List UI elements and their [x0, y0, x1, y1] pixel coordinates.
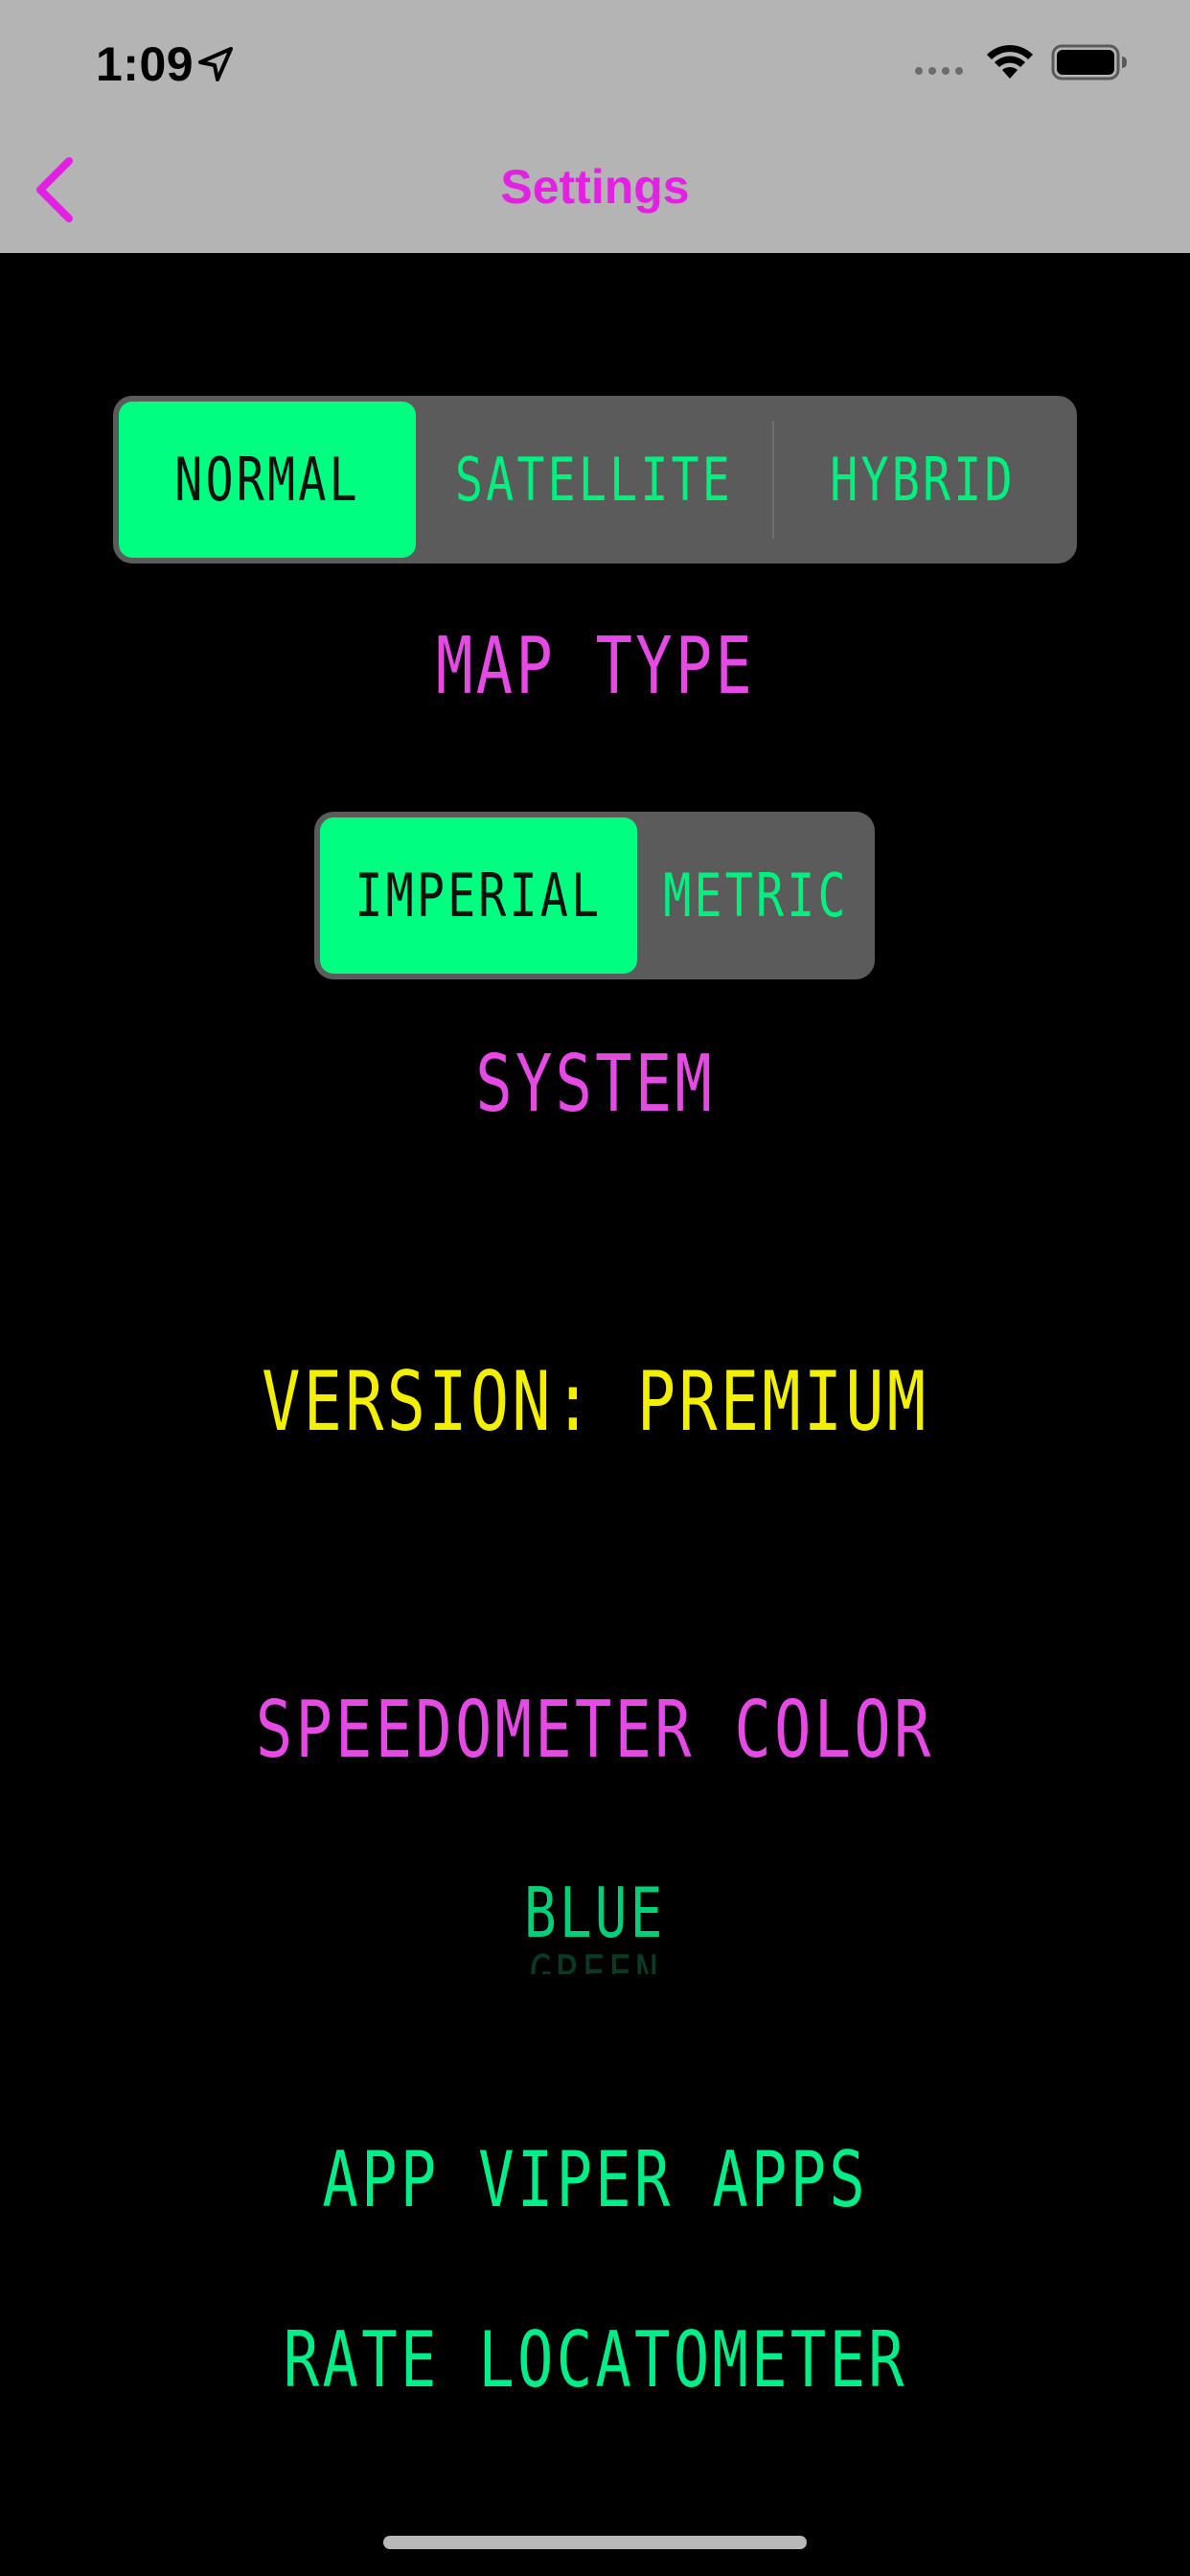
- system-segmented-control: IMPERIAL METRIC: [314, 812, 875, 979]
- page-title: Settings: [500, 160, 690, 214]
- segment-imperial[interactable]: IMPERIAL: [320, 817, 637, 974]
- segment-metric[interactable]: METRIC: [637, 817, 875, 974]
- home-indicator[interactable]: [383, 2536, 807, 2549]
- segment-normal[interactable]: NORMAL: [119, 402, 417, 558]
- cellular-signal-icon: [915, 67, 963, 75]
- wifi-icon: [987, 45, 1033, 79]
- version-label: VERSION: PREMIUM: [261, 1354, 929, 1450]
- picker-option-selected[interactable]: BLUE: [451, 1873, 739, 1953]
- picker-option-previous[interactable]: WHITE: [451, 1850, 739, 1859]
- battery-icon: [1051, 44, 1127, 80]
- location-arrow-icon: [198, 47, 233, 81]
- navigation-bar: 1:09 Settings: [0, 0, 1190, 253]
- picker-option-next[interactable]: GREEN: [451, 1945, 739, 1974]
- status-time: 1:09: [96, 37, 195, 91]
- speedometer-color-picker[interactable]: WHITE BLUE GREEN: [451, 1850, 739, 1974]
- app-viper-apps-link[interactable]: APP VIPER APPS: [0, 2135, 1190, 2224]
- rate-locatometer-link[interactable]: RATE LOCATOMETER: [0, 2315, 1190, 2404]
- segment-satellite[interactable]: SATELLITE: [416, 402, 772, 558]
- map-type-segmented-control: NORMAL SATELLITE HYBRID: [113, 396, 1077, 564]
- system-label: SYSTEM: [475, 1039, 715, 1130]
- segment-hybrid[interactable]: HYBRID: [774, 402, 1071, 558]
- speedometer-color-label: SPEEDOMETER COLOR: [256, 1685, 934, 1776]
- map-type-label: MAP TYPE: [435, 621, 755, 712]
